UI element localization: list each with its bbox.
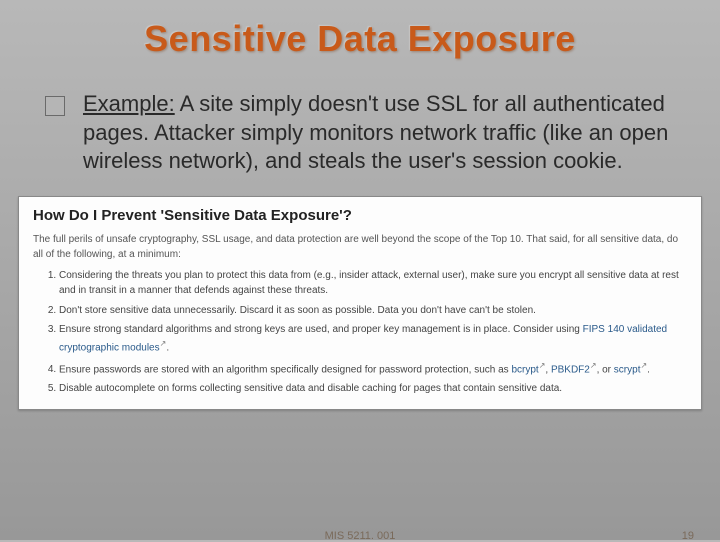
list-item: Ensure strong standard algorithms and st… [59, 322, 687, 355]
slide-title: Sensitive Data Exposure [0, 0, 720, 60]
footer-page-number: 19 [682, 530, 694, 542]
external-link-icon: ↗ [539, 361, 546, 370]
link-scrypt[interactable]: scrypt [614, 364, 641, 375]
prevention-inset: How Do I Prevent 'Sensitive Data Exposur… [18, 196, 702, 410]
square-bullet-icon [45, 96, 65, 116]
example-block: Example: A site simply doesn't use SSL f… [0, 60, 720, 176]
inset-heading: How Do I Prevent 'Sensitive Data Exposur… [33, 207, 687, 224]
example-label: Example: [83, 91, 175, 116]
example-text: Example: A site simply doesn't use SSL f… [83, 90, 675, 176]
prevention-list: Considering the threats you plan to prot… [33, 268, 687, 397]
list-item: Don't store sensitive data unnecessarily… [59, 303, 687, 319]
inset-intro: The full perils of unsafe cryptography, … [33, 232, 687, 262]
list-item: Considering the threats you plan to prot… [59, 268, 687, 299]
link-pbkdf2[interactable]: PBKDF2 [551, 364, 590, 375]
list-item: Disable autocomplete on forms collecting… [59, 381, 687, 397]
list-item: Ensure passwords are stored with an algo… [59, 360, 687, 378]
external-link-icon: ↗ [590, 361, 597, 370]
footer-course: MIS 5211. 001 [325, 530, 396, 542]
link-bcrypt[interactable]: bcrypt [511, 364, 538, 375]
